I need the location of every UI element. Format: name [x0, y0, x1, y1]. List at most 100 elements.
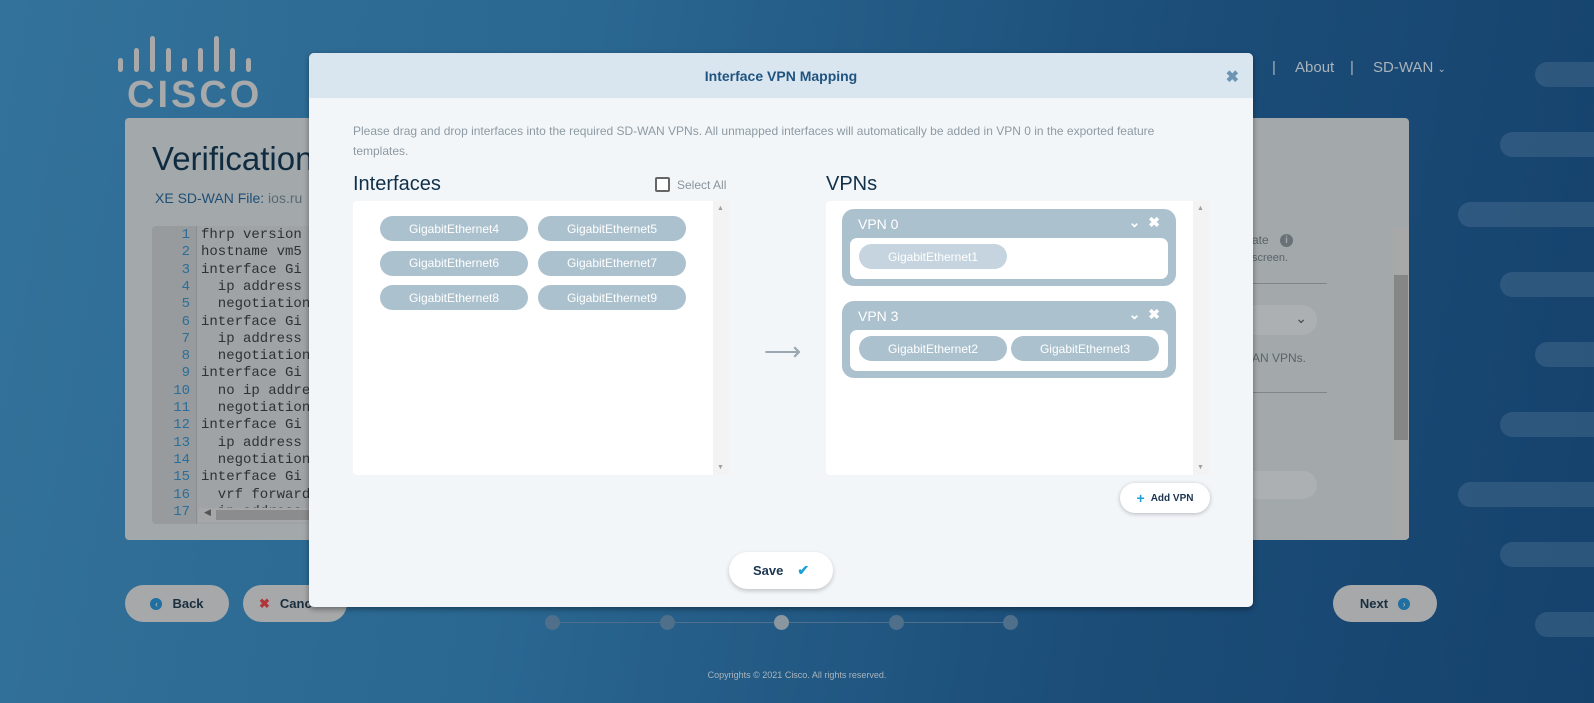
line-number: 10 [173, 382, 190, 399]
chevron-down-icon[interactable]: ⌄ [1129, 306, 1143, 322]
line-number: 4 [181, 278, 190, 295]
vpn-group[interactable]: VPN 3 ⌄ ✖ GigabitEthernet2 GigabitEthernet3 [842, 301, 1176, 378]
vpn-drop-zone[interactable]: GigabitEthernet2 GigabitEthernet3 [850, 330, 1168, 371]
code-line: interface Gi [201, 469, 302, 486]
step-dot[interactable] [545, 615, 560, 630]
line-number: 11 [173, 400, 190, 416]
arrow-right-icon: ⟶ [764, 336, 802, 366]
vpn-name: VPN 3 [858, 308, 899, 324]
interfaces-title: Interfaces [353, 173, 441, 195]
line-number: 16 [173, 486, 190, 503]
close-icon: ✖ [259, 595, 270, 611]
step-dot[interactable] [1003, 615, 1018, 630]
interface-chip[interactable]: GigabitEthernet3 [1011, 336, 1159, 361]
line-number: 3 [181, 261, 190, 278]
vpn-group[interactable]: VPN 0 ⌄ ✖ GigabitEthernet1 [842, 209, 1176, 286]
code-line: negotiation [201, 296, 311, 313]
chevron-down-icon[interactable]: ⌄ [1129, 214, 1143, 230]
code-line: ip address [201, 434, 302, 451]
select-all-checkbox[interactable]: Select All [655, 177, 726, 192]
decoration [1535, 62, 1594, 87]
interfaces-list[interactable]: GigabitEthernet4 GigabitEthernet5 GigabitE… [353, 201, 729, 475]
decoration [1500, 542, 1594, 567]
decoration [1458, 202, 1594, 227]
nav-about[interactable]: About [1295, 59, 1334, 76]
vpn-drop-zone[interactable]: GigabitEthernet1 [850, 238, 1168, 279]
decoration [1500, 272, 1594, 297]
code-line: hostname vm5 [201, 244, 302, 261]
interface-chip[interactable]: GigabitEthernet9 [538, 285, 686, 310]
modal-title: Interface VPN Mapping [704, 67, 858, 84]
chevron-right-circle-icon: › [1398, 597, 1411, 610]
back-button[interactable]: ‹ Back [125, 585, 229, 622]
code-line: interface Gi [201, 313, 302, 330]
code-line: ip address [201, 330, 302, 347]
chevron-left-circle-icon: ‹ [150, 597, 163, 610]
checkbox-icon [655, 177, 670, 192]
scrollbar[interactable]: ▲ ▼ [713, 201, 729, 475]
interface-chip[interactable]: GigabitEthernet6 [380, 250, 528, 276]
interface-chip[interactable]: GigabitEthernet5 [538, 216, 686, 241]
close-icon[interactable]: ✖ [1148, 306, 1162, 322]
info-icon: i [1280, 234, 1293, 247]
step-dot[interactable] [888, 615, 904, 630]
vpns-list[interactable]: VPN 0 ⌄ ✖ GigabitEthernet1 VPN 3 ⌄ ✖ GigabitE… [826, 201, 1209, 475]
line-number: 2 [181, 244, 190, 261]
plus-icon: + [1136, 490, 1145, 506]
line-number: 13 [173, 434, 190, 451]
code-line: interface Gi [201, 261, 302, 278]
step-dot[interactable] [659, 615, 675, 630]
interface-chip[interactable]: GigabitEthernet7 [538, 250, 686, 276]
save-button[interactable]: Save ✔ [729, 552, 833, 589]
interface-chip[interactable]: GigabitEthernet1 [859, 244, 1007, 269]
nav-separator: | [1350, 59, 1354, 76]
code-viewer[interactable]: 1 fhrp version 2 hostname vm5 3 interface Gi 4… [152, 226, 312, 524]
scrollbar[interactable]: ▲ ▼ [1193, 201, 1209, 475]
line-number: 9 [181, 365, 190, 382]
code-line: fhrp version [201, 227, 302, 243]
decoration [1500, 412, 1594, 437]
cisco-logo: CISCO [115, 36, 259, 116]
step-dot[interactable] [774, 615, 789, 630]
interface-vpn-mapping-modal: Interface VPN Mapping ✖ Please drag and d… [309, 53, 1253, 607]
close-icon[interactable]: ✖ [1148, 214, 1162, 230]
interface-chip[interactable]: GigabitEthernet8 [380, 285, 528, 310]
code-line: vrf forward [201, 486, 311, 503]
page-title: Verification [152, 140, 314, 177]
vpns-title: VPNs [826, 173, 878, 195]
code-line: ip address [201, 278, 302, 295]
verification-card-right: ate i screen. ⌄ AN VPNs. [1237, 118, 1409, 540]
chevron-down-icon: ⌄ [1437, 64, 1446, 75]
decoration [1535, 612, 1594, 637]
copyright: Copyrights © 2021 Cisco. All rights rese… [707, 670, 887, 680]
close-icon[interactable]: ✖ [1226, 67, 1239, 87]
add-vpn-button[interactable]: + Add VPN [1120, 483, 1210, 513]
chevron-down-icon: ⌄ [1295, 310, 1307, 326]
line-number: 12 [173, 417, 190, 434]
line-number: 1 [181, 227, 190, 243]
interface-chip[interactable]: GigabitEthernet4 [380, 216, 528, 241]
code-line: negotiation [201, 400, 311, 416]
line-number: 17 [173, 503, 190, 520]
code-line: negotiation [201, 451, 311, 468]
line-number: 8 [181, 348, 190, 365]
scrollbar[interactable] [1393, 228, 1409, 538]
dropdown[interactable]: ⌄ [1252, 305, 1317, 335]
horizontal-scrollbar[interactable]: ◀ [198, 508, 312, 522]
line-number: 5 [181, 296, 190, 313]
nav-separator: | [1272, 59, 1276, 76]
line-number: 6 [181, 313, 190, 330]
code-line: interface Gi [201, 365, 302, 382]
code-line: interface Gi [201, 417, 302, 434]
code-line: negotiation [201, 348, 311, 365]
code-line: no ip addre [201, 382, 311, 399]
interface-chip[interactable]: GigabitEthernet2 [859, 336, 1007, 361]
nav-sdwan[interactable]: SD-WAN ⌄ [1373, 59, 1446, 76]
check-icon: ✔ [797, 562, 810, 578]
next-button[interactable]: Next › [1333, 585, 1437, 622]
decoration [1500, 132, 1594, 157]
file-label: XE SD-WAN File: ios.ru [155, 190, 303, 206]
decoration [1535, 342, 1594, 367]
line-number: 7 [181, 330, 190, 347]
vpn-name: VPN 0 [858, 216, 899, 232]
